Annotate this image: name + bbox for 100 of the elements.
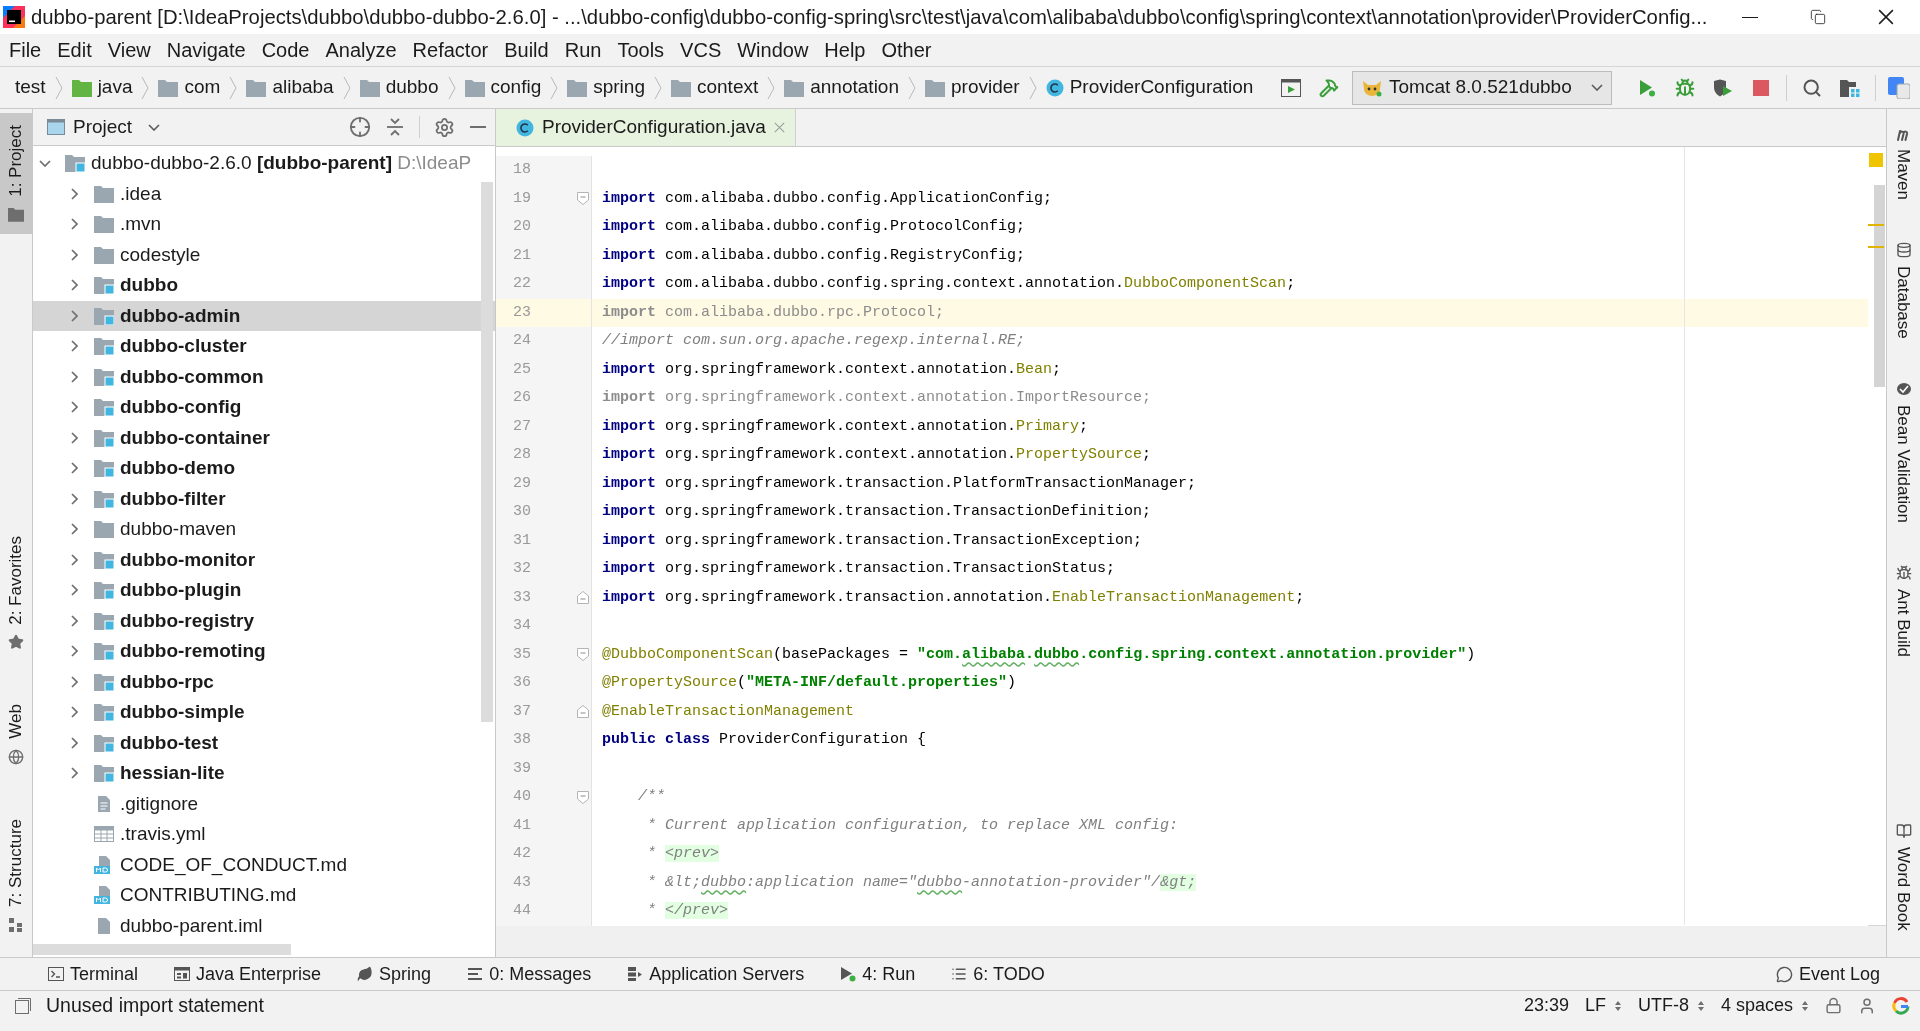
chevron-right-icon[interactable] [70,523,78,536]
menu-item[interactable]: Tools [609,34,673,66]
tool-window-tab[interactable]: 7: Structure [0,807,32,945]
tree-item[interactable]: dubbo-common [33,361,495,392]
menu-item[interactable]: Run [556,34,610,66]
settings-icon[interactable] [434,116,455,138]
run-configuration-dropdown[interactable]: Tomcat 8.0.521dubbo [1352,70,1612,105]
tool-window-tab[interactable]: 4: Run [830,960,926,988]
menu-item[interactable]: Edit [49,34,100,66]
menu-item[interactable]: Other [873,34,940,66]
chevron-right-icon[interactable] [70,706,78,719]
tree-item[interactable]: dubbo-demo [33,453,495,484]
collapse-all-icon[interactable] [385,117,405,137]
chevron-right-icon[interactable] [70,462,78,475]
tree-item[interactable]: dubbo-remoting [33,636,495,667]
chevron-right-icon[interactable] [70,736,78,749]
tool-window-tab[interactable]: Application Servers [617,960,815,988]
scrollbar[interactable] [1874,185,1885,387]
tree-item[interactable]: .mvn [33,209,495,240]
breadcrumb-item[interactable]: spring [564,71,648,104]
chevron-right-icon[interactable] [70,248,78,261]
encoding-selector[interactable]: UTF-8 [1637,992,1705,1019]
chevron-right-icon[interactable] [70,614,78,627]
chevron-right-icon[interactable] [70,645,78,658]
tree-item[interactable]: .gitignore [33,788,495,819]
chevron-right-icon[interactable] [70,309,78,322]
tree-item[interactable]: .idea [33,178,495,209]
tree-item[interactable]: CONTRIBUTING.md [33,880,495,911]
fold-marker-icon[interactable] [577,648,589,662]
tree-item[interactable]: CODE_OF_CONDUCT.md [33,849,495,880]
minimize-icon[interactable] [469,126,487,128]
breadcrumb-item[interactable]: test [12,71,49,104]
menu-item[interactable]: View [99,34,159,66]
tool-window-tab[interactable]: 2: Favorites [0,523,32,663]
horizontal-scrollbar[interactable] [33,944,291,955]
tool-window-tab[interactable]: Word Book [1887,819,1920,935]
scrollbar[interactable] [481,182,493,722]
ring-icon[interactable] [1892,996,1910,1015]
tool-window-tab[interactable]: Java Enterprise [164,960,332,988]
tool-window-tab[interactable]: Web [0,692,32,778]
tree-item[interactable]: dubbo-simple [33,697,495,728]
tree-item[interactable]: dubbo-filter [33,483,495,514]
menu-item[interactable]: Refactor [404,34,497,66]
chevron-right-icon[interactable] [70,431,78,444]
tool-window-tab[interactable]: Event Log [1765,960,1890,988]
tool-window-tab[interactable]: Bean Validation [1887,376,1920,527]
menu-item[interactable]: Navigate [158,34,254,66]
crosshair-icon[interactable] [349,116,371,138]
chevron-right-icon[interactable] [70,187,78,200]
menu-item[interactable]: Build [496,34,557,66]
tool-window-tab[interactable]: 0: Messages [457,960,602,988]
tree-item[interactable]: dubbo-test [33,727,495,758]
tree-item[interactable]: dubbo-registry [33,605,495,636]
menu-item[interactable]: VCS [672,34,730,66]
chevron-right-icon[interactable] [70,584,78,597]
fold-marker-icon[interactable] [577,705,589,719]
fold-marker-icon[interactable] [577,790,589,804]
menu-item[interactable]: Code [253,34,318,66]
breadcrumb-item[interactable]: ProviderConfiguration [1042,71,1257,104]
caret-position-button[interactable]: 23:39 [1523,992,1569,1019]
tree-item[interactable]: dubbo-plugin [33,575,495,606]
editor-tab[interactable]: ProviderConfiguration.java [496,109,796,146]
breadcrumb-item[interactable]: config [461,71,545,104]
tree-item[interactable]: dubbo [33,270,495,301]
breadcrumb-item[interactable]: provider [922,71,1023,104]
tree-item[interactable]: dubbo-rpc [33,666,495,697]
breadcrumb-item[interactable]: alibaba [243,71,337,104]
tool-window-tab[interactable]: Spring [347,960,442,988]
chevron-right-icon[interactable] [70,553,78,566]
fold-marker-icon[interactable] [577,591,589,605]
tool-window-tab[interactable]: 6: TODO [941,960,1055,988]
tree-item[interactable]: dubbo-cluster [33,331,495,362]
tree-item[interactable]: dubbo-parent.iml [33,910,495,941]
tool-window-tab[interactable]: Maven [1887,123,1920,205]
tree-item[interactable]: .travis.yml [33,819,495,850]
breadcrumb-item[interactable]: com [155,71,224,104]
chevron-right-icon[interactable] [70,279,78,292]
chevron-right-icon[interactable] [70,767,78,780]
tree-item[interactable]: codestyle [33,239,495,270]
tool-window-tab[interactable]: Terminal [38,960,149,988]
tree-item[interactable]: dubbo-container [33,422,495,453]
menu-item[interactable]: Help [816,34,874,66]
tool-window-tab[interactable]: 1: Project [0,113,32,234]
breadcrumb-item[interactable]: annotation [781,71,902,104]
menu-item[interactable]: Window [729,34,817,66]
tool-window-tab[interactable]: Ant Build [1887,560,1920,661]
breadcrumb-item[interactable]: context [667,71,762,104]
breadcrumb-item[interactable]: dubbo [356,71,442,104]
tree-item[interactable]: dubbo-maven [33,514,495,545]
tool-windows-toggle[interactable] [14,996,32,1015]
indent-selector[interactable]: 4 spaces [1720,992,1809,1019]
menu-item[interactable]: Analyze [317,34,405,66]
chevron-down-icon[interactable] [39,159,51,167]
person-icon[interactable] [1858,996,1876,1015]
tree-item[interactable]: dubbo-dubbo-2.6.0 [dubbo-parent] D:\IdeaP [33,148,495,179]
tree-item[interactable]: dubbo-monitor [33,544,495,575]
fold-marker-icon[interactable] [577,192,589,206]
chevron-right-icon[interactable] [70,370,78,383]
chevron-right-icon[interactable] [70,340,78,353]
tree-item[interactable]: dubbo-config [33,392,495,423]
